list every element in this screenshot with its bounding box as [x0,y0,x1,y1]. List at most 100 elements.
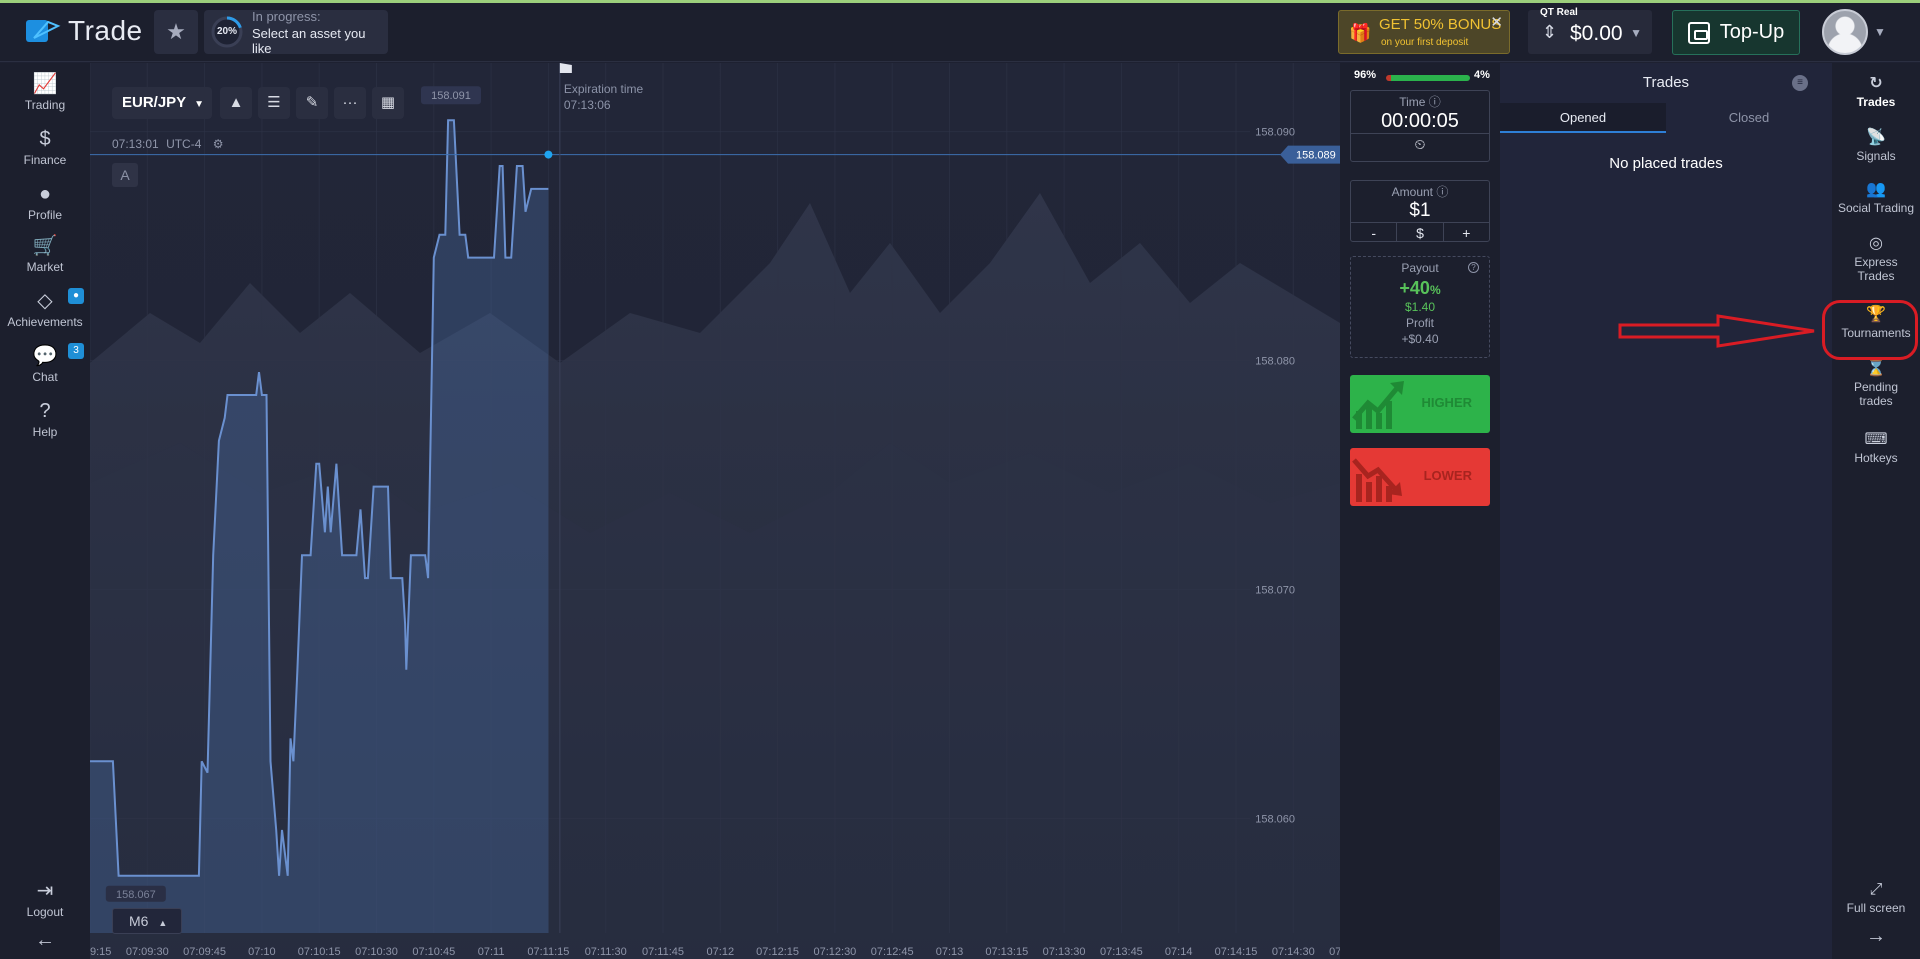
fullscreen-button[interactable]: ⤢ Full screen [1832,879,1920,915]
dollar-icon: $ [39,128,51,150]
avatar[interactable] [1822,9,1868,55]
help-icon[interactable]: ? [1468,262,1479,273]
currency-toggle-button[interactable]: $ [1397,223,1444,242]
logo-text: Trade [68,15,143,46]
payout-percent-unit: % [1429,283,1441,297]
onboarding-progress[interactable]: 20% In progress: Select an asset you lik… [204,9,388,56]
chart-type-button[interactable]: ▲ [220,87,252,119]
lower-label: LOWER [1423,468,1472,483]
account-selector[interactable]: QT Real ⇕ $0.00 ▼ [1528,7,1652,54]
balance-value: $0.00 [1570,22,1623,45]
high-price-label: 158.091 [431,90,471,102]
progress-percent: 20% [216,26,237,37]
bonus-banner[interactable]: 🎁 GET 50% BONUS on your first deposit ✕ [1338,10,1510,54]
sidebar-item-profile[interactable]: ● Profile [0,181,90,222]
x-tick-label: 07:09:30 [126,946,169,958]
sidebar-item-social-trading[interactable]: 👥 Social Trading [1832,179,1920,215]
x-tick-label: 07:13:45 [1100,946,1143,958]
sidebar-item-achievements[interactable]: ◇ Achievements ● [0,288,90,329]
sidebar-item-express-trades[interactable]: ◎ Express Trades [1832,233,1920,283]
brush-icon: ✎ [305,94,319,111]
progress-ring: 20% [210,15,244,49]
amount-value[interactable]: $1 [1351,200,1489,222]
expiration-label: Expiration time [564,82,644,96]
timeframe-selector[interactable]: M6 ▲ [112,908,182,934]
sidebar-item-pending-trades[interactable]: ⌛ Pending trades [1832,358,1920,408]
sidebar-item-hotkeys[interactable]: ⌨ Hotkeys [1832,429,1920,465]
clock-icon[interactable]: ⏲ [1351,134,1489,153]
area-chart-icon: ▲ [228,94,244,111]
time-label: Time [1399,95,1426,109]
amount-decrease-button[interactable]: - [1351,223,1398,242]
bonus-title: GET 50% BONUS [1379,16,1502,33]
sidebar-item-market[interactable]: 🛒 Market [0,233,90,274]
timeframe-value: M6 [129,913,149,929]
favorites-button[interactable]: ★ [154,10,198,54]
keyboard-icon: ⌨ [1864,431,1888,448]
logout-button[interactable]: ⇥ Logout [0,878,90,919]
logo-icon [26,20,61,42]
chevron-up-icon: ▲ [158,918,168,928]
chart-line-icon: 📈 [32,73,58,95]
payout-percent-value: +40 [1399,278,1430,298]
top-up-button[interactable]: Top-Up [1672,10,1800,55]
star-icon: ★ [166,19,186,44]
lower-button[interactable]: LOWER [1350,448,1490,506]
sentiment-bar [1386,75,1470,81]
arrow-right-icon: → [1866,925,1886,947]
auto-scale-button[interactable]: A [112,163,138,187]
sidebar-item-label: Finance [23,153,67,167]
x-tick-label: 07:13 [936,946,964,958]
sidebar-item-help[interactable]: ? Help [0,398,90,439]
amount-increase-button[interactable]: + [1444,223,1489,242]
chart-canvas[interactable]: 158.090 158.080 158.070 158.060 07:09:15 07:… [90,63,1340,959]
sidebar-item-label: Express Trades [1854,255,1898,283]
chevron-down-icon[interactable]: ▼ [1874,25,1886,39]
amount-selector[interactable]: Amount ⓘ $1 - $ + [1350,180,1490,242]
time-selector[interactable]: Time ⓘ 00:00:05 ⏲ [1350,90,1490,162]
payout-percent: +40% [1351,278,1489,299]
sidebar-item-label: Market [26,260,64,274]
sidebar-item-label: Help [32,425,58,439]
amount-label: Amount [1391,185,1433,199]
close-icon[interactable]: ✕ [1490,13,1503,31]
time-value[interactable]: 00:00:05 [1351,110,1489,133]
x-tick-label: 07:09:15 [90,946,111,958]
gear-icon[interactable]: ⚙ [213,137,224,151]
layout-button[interactable]: ▦ [372,87,404,119]
menu-icon[interactable]: ≡ [1792,75,1808,91]
sidebar-item-trading[interactable]: 📈 Trading [0,71,90,112]
trend-up-icon [1352,381,1404,429]
annotation-arrow [1618,314,1815,348]
more-dots-icon: ··· [342,94,358,111]
wallet-icon [1687,21,1710,44]
drawing-tools-button[interactable]: ✎ [296,87,328,119]
sidebar-item-finance[interactable]: $ Finance [0,126,90,167]
x-tick-label: 07:11:45 [642,946,684,958]
collapse-panel-button[interactable]: → [1832,926,1920,946]
dollar-arrows-icon: ⇕ [1542,22,1558,42]
sidebar-item-label: Hotkeys [1854,451,1898,465]
sidebar-item-label: Achievements [7,315,83,329]
current-price-dot [544,150,553,159]
x-tick-label: 07:13:15 [985,946,1028,958]
tab-closed[interactable]: Closed [1666,103,1832,133]
help-icon: ? [39,400,51,422]
tab-opened[interactable]: Opened [1500,103,1666,133]
collapse-sidebar-button[interactable]: ← [0,929,90,952]
logout-icon: ⇥ [36,880,54,902]
sidebar-item-label: Chat [32,370,58,384]
sidebar-item-chat[interactable]: 💬 Chat 3 [0,343,90,384]
price-chart[interactable]: 158.090 158.080 158.070 158.060 07:09:15 07:… [90,63,1340,959]
sidebar-item-trades[interactable]: ↻ Trades [1832,73,1920,109]
y-tick-label: 158.090 [1255,127,1295,139]
higher-button[interactable]: HIGHER [1350,375,1490,433]
asset-name: EUR/JPY [122,94,186,111]
indicators-button[interactable]: ☰ [258,87,290,119]
more-button[interactable]: ··· [334,87,366,119]
higher-label: HIGHER [1421,395,1472,410]
logo[interactable]: Trade [24,12,143,50]
sidebar-item-signals[interactable]: 📡 Signals [1832,127,1920,163]
top-accent-line [0,0,1920,3]
asset-selector[interactable]: EUR/JPY ▼ [112,87,212,119]
